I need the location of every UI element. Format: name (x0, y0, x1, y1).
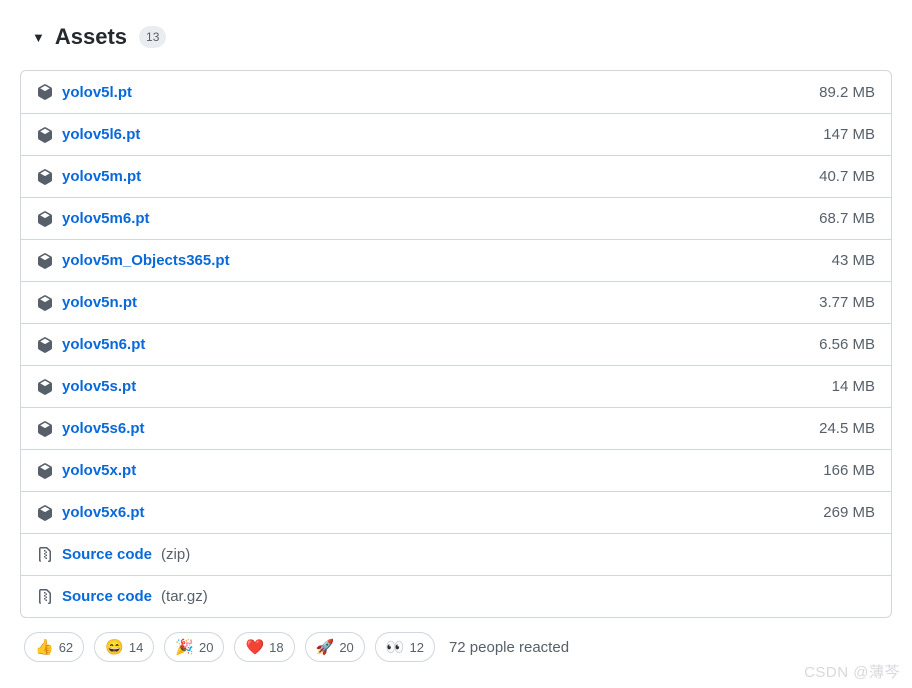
asset-link[interactable]: yolov5x.pt (62, 462, 136, 479)
assets-count-badge: 13 (139, 26, 166, 48)
asset-size: 269 MB (823, 504, 875, 521)
asset-row: yolov5n.pt 3.77 MB (21, 281, 891, 323)
reaction-emoji-icon: 🚀 (316, 640, 335, 655)
asset-link[interactable]: Source code (62, 588, 152, 605)
package-icon (37, 337, 53, 353)
asset-link[interactable]: yolov5l.pt (62, 84, 132, 101)
asset-size: 6.56 MB (819, 336, 875, 353)
package-icon (37, 463, 53, 479)
file-zip-icon (37, 547, 53, 563)
asset-link[interactable]: yolov5s6.pt (62, 420, 145, 437)
reaction-emoji-icon: 👍 (35, 640, 54, 655)
asset-row: yolov5x.pt 166 MB (21, 449, 891, 491)
package-icon (37, 379, 53, 395)
reaction-button[interactable]: 😄 14 (94, 632, 154, 662)
asset-row: yolov5s6.pt 24.5 MB (21, 407, 891, 449)
reaction-emoji-icon: ❤️ (245, 640, 264, 655)
reaction-button[interactable]: 👀 12 (375, 632, 435, 662)
reaction-button[interactable]: 🚀 20 (305, 632, 365, 662)
asset-row-left: yolov5l6.pt (37, 126, 823, 143)
asset-row: yolov5m.pt 40.7 MB (21, 155, 891, 197)
asset-row-left: yolov5s6.pt (37, 420, 819, 437)
asset-size: 14 MB (832, 378, 875, 395)
asset-size: 166 MB (823, 462, 875, 479)
asset-link[interactable]: yolov5m.pt (62, 168, 141, 185)
asset-link[interactable]: yolov5l6.pt (62, 126, 140, 143)
reaction-count: 14 (129, 640, 143, 655)
asset-row-left: yolov5s.pt (37, 378, 832, 395)
asset-size: 43 MB (832, 252, 875, 269)
asset-size: 24.5 MB (819, 420, 875, 437)
asset-row: yolov5x6.pt 269 MB (21, 491, 891, 533)
asset-link[interactable]: yolov5n.pt (62, 294, 137, 311)
reaction-button[interactable]: 🎉 20 (164, 632, 224, 662)
asset-row-left: Source code (tar.gz) (37, 588, 875, 605)
reaction-emoji-icon: 😄 (105, 640, 124, 655)
asset-row: Source code (zip) (21, 533, 891, 575)
asset-link[interactable]: yolov5x6.pt (62, 504, 145, 521)
asset-size: 40.7 MB (819, 168, 875, 185)
asset-row-left: yolov5n6.pt (37, 336, 819, 353)
reaction-emoji-icon: 🎉 (175, 640, 194, 655)
reaction-count: 20 (199, 640, 213, 655)
asset-row: Source code (tar.gz) (21, 575, 891, 617)
asset-row: yolov5m_Objects365.pt 43 MB (21, 239, 891, 281)
asset-row-left: Source code (zip) (37, 546, 875, 563)
asset-size: 3.77 MB (819, 294, 875, 311)
package-icon (37, 295, 53, 311)
asset-size: 89.2 MB (819, 84, 875, 101)
asset-row: yolov5l6.pt 147 MB (21, 113, 891, 155)
reaction-button[interactable]: ❤️ 18 (234, 632, 294, 662)
asset-size: 147 MB (823, 126, 875, 143)
asset-row-left: yolov5x6.pt (37, 504, 823, 521)
assets-header[interactable]: ▼ Assets 13 (20, 0, 892, 70)
reaction-count: 20 (339, 640, 353, 655)
package-icon (37, 211, 53, 227)
asset-row-left: yolov5x.pt (37, 462, 823, 479)
asset-row: yolov5l.pt 89.2 MB (21, 71, 891, 113)
asset-link[interactable]: yolov5m_Objects365.pt (62, 252, 230, 269)
asset-link[interactable]: Source code (62, 546, 152, 563)
assets-title: Assets (55, 24, 127, 50)
package-icon (37, 421, 53, 437)
package-icon (37, 253, 53, 269)
package-icon (37, 505, 53, 521)
assets-list: yolov5l.pt89.2 MByolov5l6.pt147 MByolov5… (20, 70, 892, 618)
asset-row-left: yolov5m_Objects365.pt (37, 252, 832, 269)
collapse-triangle-icon: ▼ (32, 30, 45, 45)
asset-format: (zip) (161, 546, 190, 563)
asset-format: (tar.gz) (161, 588, 208, 605)
asset-row: yolov5m6.pt 68.7 MB (21, 197, 891, 239)
reactions-summary: 72 people reacted (449, 639, 569, 656)
reactions-bar: 👍 62 😄 14 🎉 20 ❤️ 18 🚀 20 👀 12 72 people reacted (20, 618, 892, 666)
reaction-count: 12 (409, 640, 423, 655)
package-icon (37, 127, 53, 143)
asset-row-left: yolov5l.pt (37, 84, 819, 101)
file-zip-icon (37, 589, 53, 605)
package-icon (37, 169, 53, 185)
reaction-emoji-icon: 👀 (386, 640, 405, 655)
asset-link[interactable]: yolov5m6.pt (62, 210, 150, 227)
asset-row-left: yolov5m.pt (37, 168, 819, 185)
asset-link[interactable]: yolov5n6.pt (62, 336, 145, 353)
asset-row-left: yolov5m6.pt (37, 210, 819, 227)
package-icon (37, 84, 53, 100)
asset-row-left: yolov5n.pt (37, 294, 819, 311)
asset-row: yolov5n6.pt 6.56 MB (21, 323, 891, 365)
reaction-count: 62 (59, 640, 73, 655)
asset-size: 68.7 MB (819, 210, 875, 227)
asset-row: yolov5s.pt 14 MB (21, 365, 891, 407)
reaction-button[interactable]: 👍 62 (24, 632, 84, 662)
reaction-count: 18 (269, 640, 283, 655)
asset-link[interactable]: yolov5s.pt (62, 378, 136, 395)
